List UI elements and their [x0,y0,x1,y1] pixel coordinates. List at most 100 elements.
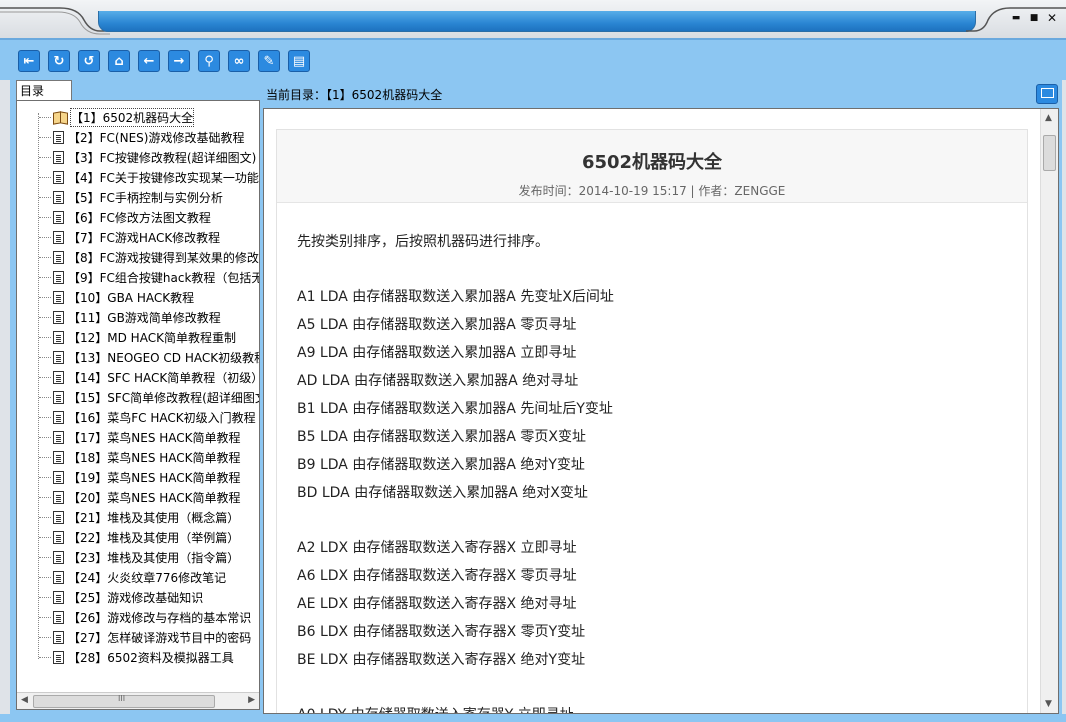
document-icon [53,390,64,404]
tree-item[interactable]: 【8】FC游戏按键得到某效果的修改教 [31,247,260,267]
tree-item[interactable]: 【10】GBA HACK教程 [31,287,194,307]
document-icon [53,190,64,204]
document-icon [53,570,64,584]
tree-item-label: 【9】FC组合按键hack教程（包括无限 [68,270,260,285]
tree-item[interactable]: 【20】菜鸟NES HACK简单教程 [31,487,241,507]
tree-item[interactable]: 【9】FC组合按键hack教程（包括无限 [31,267,260,287]
tree-connector [39,256,51,258]
tree-item[interactable]: 【4】FC关于按键修改实现某一功能 [31,167,259,187]
scroll-down-icon[interactable]: ▼ [1045,699,1052,709]
home-button[interactable]: ⌂ [108,50,130,72]
document-icon [53,530,64,544]
vertical-scrollbar[interactable]: ▲ ▼ [1040,109,1058,713]
horizontal-scrollbar[interactable]: ◀ III ▶ [17,692,259,709]
fullscreen-button[interactable] [1036,84,1058,104]
maximize-button[interactable]: ■ [1028,12,1040,24]
tree-item-label: 【24】火炎纹章776修改笔记 [68,570,227,585]
tree-item[interactable]: 【6】FC修改方法图文教程 [31,207,211,227]
document-icon [53,250,64,264]
tree-item-label: 【28】6502资料及模拟器工具 [68,650,234,665]
path-value: 【1】6502机器码大全 [326,88,443,102]
tree-item[interactable]: 【13】NEOGEO CD HACK初级教程 [31,347,260,367]
article-line: B9 LDA 由存储器取数送入累加器A 绝对Y变址 [297,457,585,473]
exit-button[interactable]: ⇤ [18,50,40,72]
document-icon [53,230,64,244]
link-button[interactable]: ∞ [228,50,250,72]
tree-item-label: 【19】菜鸟NES HACK简单教程 [68,470,241,485]
toolbar: ⇤ ↻ ↺ ⌂ ← → ⚲ ∞ ✎ ▤ [0,38,1066,80]
tree-item[interactable]: 【1】6502机器码大全 [31,107,195,127]
tree-connector [39,536,51,538]
article-line: BD LDA 由存储器取数送入累加器A 绝对X变址 [297,485,588,501]
tree-item[interactable]: 【26】游戏修改与存档的基本常识 [31,607,251,627]
tree-item-label: 【13】NEOGEO CD HACK初级教程 [68,350,260,365]
title-left-decoration [0,7,110,35]
tree-connector [39,136,51,138]
article-line: B5 LDA 由存储器取数送入累加器A 零页X变址 [297,429,586,445]
tree-item-label: 【8】FC游戏按键得到某效果的修改教 [68,250,260,265]
scroll-up-icon[interactable]: ▲ [1045,113,1052,123]
edit-button[interactable]: ✎ [258,50,280,72]
document-icon [53,450,64,464]
tree-connector [39,356,51,358]
tree-connector [39,396,51,398]
tree-connector [39,416,51,418]
tree-item[interactable]: 【23】堆栈及其使用（指令篇） [31,547,239,567]
tree-item[interactable]: 【18】菜鸟NES HACK简单教程 [31,447,241,467]
tree-item[interactable]: 【28】6502资料及模拟器工具 [31,647,234,667]
tree-item[interactable]: 【3】FC按键修改教程(超详细图文) [31,147,256,167]
tree-item[interactable]: 【12】MD HACK简单教程重制 [31,327,236,347]
tree-item[interactable]: 【25】游戏修改基础知识 [31,587,203,607]
document-icon [53,270,64,284]
reload-button[interactable]: ↺ [78,50,100,72]
tree-item[interactable]: 【7】FC游戏HACK修改教程 [31,227,220,247]
back-arrow-icon: ← [143,53,155,69]
catalog-tree: 【1】6502机器码大全 【2】FC(NES)游戏修改基础教程 【3】FC按键修改教… [16,100,260,710]
tab-catalog[interactable]: 目录 [16,80,72,100]
tree-item[interactable]: 【17】菜鸟NES HACK简单教程 [31,427,241,447]
document-icon [53,490,64,504]
tree-item[interactable]: 【21】堆栈及其使用（概念篇） [31,507,239,527]
article-line: A5 LDA 由存储器取数送入累加器A 零页寻址 [297,317,577,333]
document-icon [53,650,64,664]
bookmark-button[interactable]: ▤ [288,50,310,72]
scroll-thumb[interactable] [1043,135,1056,171]
minimize-button[interactable]: ▬ [1010,12,1022,24]
tree-item-label: 【4】FC关于按键修改实现某一功能 [68,170,259,185]
scroll-right-icon[interactable]: ▶ [248,695,255,705]
search-button[interactable]: ⚲ [198,50,220,72]
tree-item-label: 【10】GBA HACK教程 [68,290,195,305]
document-icon [53,410,64,424]
tree-item[interactable]: 【16】菜鸟FC HACK初级入门教程 [31,407,256,427]
scroll-grip: III [118,694,126,703]
tree-connector [39,316,51,318]
tree-item-label: 【5】FC手柄控制与实例分析 [68,190,223,205]
tree-item-label: 【11】GB游戏简单修改教程 [68,310,221,325]
forward-button[interactable]: → [168,50,190,72]
tree-item[interactable]: 【24】火炎纹章776修改笔记 [31,567,226,587]
tree-connector [39,336,51,338]
tree-item[interactable]: 【22】堆栈及其使用（举例篇） [31,527,239,547]
tree-connector [39,196,51,198]
scroll-thumb[interactable]: III [33,694,215,708]
tree-connector [39,616,51,618]
document-icon [53,470,64,484]
article-header: 6502机器码大全 发布时间：2014-10-19 15:17 | 作者：ZEN… [277,130,1027,203]
tree-item[interactable]: 【11】GB游戏简单修改教程 [31,307,221,327]
tree-item[interactable]: 【14】SFC HACK简单教程（初级） [31,367,259,387]
scroll-left-icon[interactable]: ◀ [21,695,28,705]
tree-item[interactable]: 【27】怎样破译游戏节目中的密码 [31,627,251,647]
document-icon [53,370,64,384]
tree-item[interactable]: 【19】菜鸟NES HACK简单教程 [31,467,241,487]
document-icon [53,210,64,224]
refresh-button[interactable]: ↻ [48,50,70,72]
article-title: 6502机器码大全 [581,152,723,173]
tree-item[interactable]: 【5】FC手柄控制与实例分析 [31,187,223,207]
close-button[interactable]: ✕ [1046,12,1058,24]
title-strip [98,11,976,32]
tree-item[interactable]: 【2】FC(NES)游戏修改基础教程 [31,127,244,147]
tree-item[interactable]: 【15】SFC简单修改教程(超详细图文) [31,387,259,407]
tree-connector [39,576,51,578]
edit-icon: ✎ [263,53,275,69]
back-button[interactable]: ← [138,50,160,72]
